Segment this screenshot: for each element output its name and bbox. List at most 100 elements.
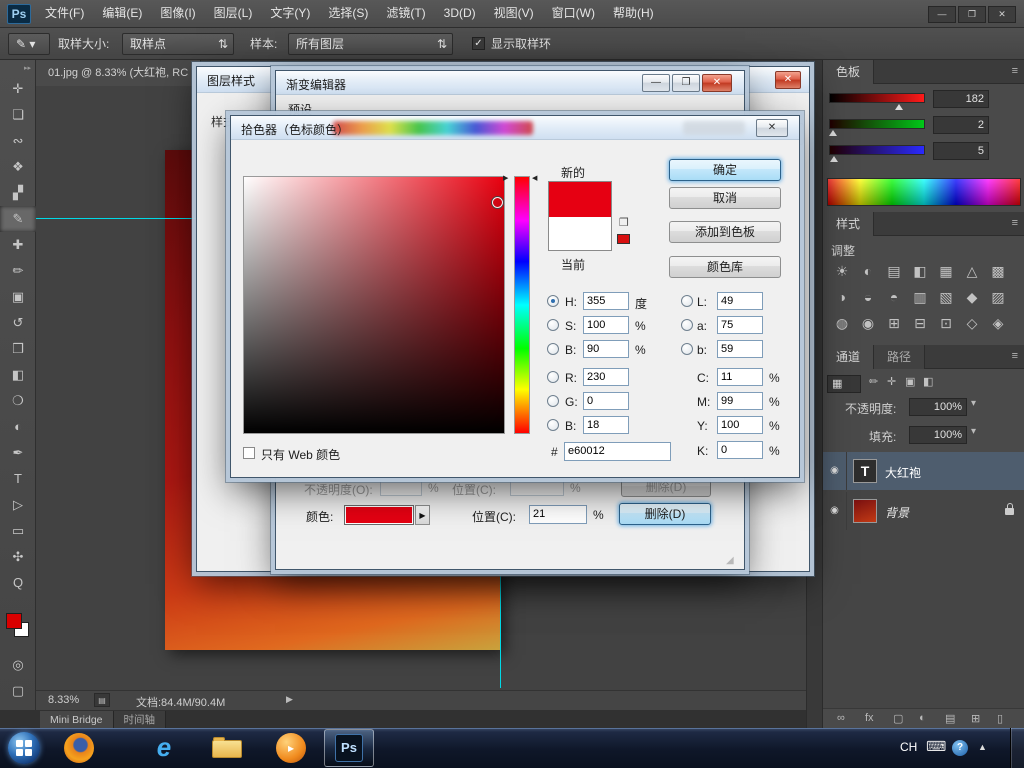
- color-picker-title-bar[interactable]: 拾色器（色标颜色） ✕: [231, 116, 799, 140]
- stop-color-swatch[interactable]: [344, 505, 414, 525]
- close-icon[interactable]: ✕: [756, 119, 788, 137]
- adjustment-icon[interactable]: ▤: [881, 258, 907, 284]
- r-input[interactable]: 230: [583, 368, 629, 386]
- media-player-icon[interactable]: ▸: [276, 733, 306, 763]
- cancel-button[interactable]: 取消: [669, 187, 781, 209]
- green-radio[interactable]: [547, 395, 559, 407]
- lock-transparency-icon[interactable]: ✏: [869, 375, 878, 388]
- adjustment-icon[interactable]: ◇: [959, 310, 985, 336]
- tool-preset-picker[interactable]: ✎ ▾: [8, 33, 50, 55]
- adjustment-icon[interactable]: ▧: [933, 284, 959, 310]
- tab-mini-bridge[interactable]: Mini Bridge: [40, 711, 114, 729]
- blue-radio[interactable]: [547, 419, 559, 431]
- gradient-tool[interactable]: ◧: [0, 362, 36, 388]
- menu-file[interactable]: 文件(F): [36, 0, 93, 27]
- red-slider[interactable]: [829, 93, 925, 103]
- minimize-icon[interactable]: —: [642, 74, 670, 92]
- menu-window[interactable]: 窗口(W): [543, 0, 604, 27]
- internet-explorer-icon[interactable]: e: [148, 731, 180, 763]
- restore-button[interactable]: ❐: [958, 6, 986, 23]
- folder-icon[interactable]: [212, 737, 242, 758]
- ok-button[interactable]: 确定: [669, 159, 781, 181]
- quick-select-tool[interactable]: ❖: [0, 154, 36, 180]
- firefox-icon[interactable]: [64, 733, 94, 763]
- green-slider-handle[interactable]: [829, 130, 837, 136]
- adjustment-icon[interactable]: ◧: [907, 258, 933, 284]
- lock-pixels-icon[interactable]: ▣: [905, 375, 915, 388]
- resize-grip-icon[interactable]: ◢: [726, 555, 734, 566]
- menu-image[interactable]: 图像(I): [151, 0, 204, 27]
- hue-radio[interactable]: [547, 295, 559, 307]
- lasso-tool[interactable]: ∾: [0, 128, 36, 154]
- a-input[interactable]: 75: [717, 316, 763, 334]
- lab-a-radio[interactable]: [681, 319, 693, 331]
- adjustment-icon[interactable]: ◓: [881, 284, 907, 310]
- red-slider-handle[interactable]: [895, 104, 903, 110]
- delete-layer-icon[interactable]: ▯: [997, 712, 1003, 725]
- foreground-color-swatch[interactable]: [6, 613, 22, 629]
- marquee-tool[interactable]: ❏: [0, 102, 36, 128]
- adjustment-icon[interactable]: ◑: [829, 284, 855, 310]
- adjustment-icon[interactable]: ▩: [985, 258, 1011, 284]
- saturation-radio[interactable]: [547, 319, 559, 331]
- clone-stamp-tool[interactable]: ▣: [0, 284, 36, 310]
- g-input[interactable]: 0: [583, 392, 629, 410]
- history-brush-tool[interactable]: ↺: [0, 310, 36, 336]
- document-tab[interactable]: 01.jpg @ 8.33% (大红袍, RC: [36, 60, 202, 86]
- lab-b-radio[interactable]: [681, 343, 693, 355]
- adjustment-icon[interactable]: ◍: [829, 310, 855, 336]
- lab-l-radio[interactable]: [681, 295, 693, 307]
- c-input[interactable]: 11: [717, 368, 763, 386]
- hand-tool[interactable]: ✣: [0, 544, 36, 570]
- brush-tool[interactable]: ✏: [0, 258, 36, 284]
- color-field[interactable]: [243, 176, 505, 434]
- panel-menu-icon[interactable]: ≡: [1012, 350, 1018, 362]
- blur-tool[interactable]: ❍: [0, 388, 36, 414]
- adjustment-icon[interactable]: △: [959, 258, 985, 284]
- new-layer-icon[interactable]: ⊞: [971, 712, 980, 725]
- menu-type[interactable]: 文字(Y): [261, 0, 319, 27]
- close-icon[interactable]: ✕: [702, 74, 732, 92]
- blue-slider-handle[interactable]: [830, 156, 838, 162]
- menu-select[interactable]: 选择(S): [319, 0, 377, 27]
- type-tool[interactable]: T: [0, 466, 36, 492]
- adjustment-icon[interactable]: ▦: [933, 258, 959, 284]
- y-input[interactable]: 100: [717, 416, 763, 434]
- web-colors-checkbox[interactable]: [243, 447, 255, 459]
- layer-row-background[interactable]: ◉ 背景: [823, 492, 1024, 530]
- zoom-level[interactable]: 8.33%: [48, 694, 79, 706]
- gradient-editor-title-bar[interactable]: 渐变编辑器 — ❐ ✕: [276, 71, 744, 95]
- minimize-button[interactable]: —: [928, 6, 956, 23]
- maximize-icon[interactable]: ❐: [672, 74, 700, 92]
- adjustment-icon[interactable]: ◈: [985, 310, 1011, 336]
- menu-view[interactable]: 视图(V): [485, 0, 543, 27]
- zoom-tool[interactable]: Q: [0, 570, 36, 596]
- add-to-swatches-button[interactable]: 添加到色板: [669, 221, 781, 243]
- pen-tool[interactable]: ✒: [0, 440, 36, 466]
- adjustment-icon[interactable]: ⊟: [907, 310, 933, 336]
- show-desktop-button[interactable]: [1010, 728, 1024, 768]
- eraser-tool[interactable]: ❒: [0, 336, 36, 362]
- menu-edit[interactable]: 编辑(E): [93, 0, 151, 27]
- healing-brush-tool[interactable]: ✚: [0, 232, 36, 258]
- menu-3d[interactable]: 3D(D): [435, 0, 485, 27]
- lock-position-icon[interactable]: ✛: [887, 375, 896, 388]
- dodge-tool[interactable]: ◐: [0, 414, 36, 440]
- status-arrow-icon[interactable]: ▶: [286, 694, 293, 705]
- blue-slider[interactable]: [829, 145, 925, 155]
- quick-mask-button[interactable]: ◎: [0, 652, 36, 678]
- tray-help-icon[interactable]: ?: [952, 740, 968, 756]
- eye-icon[interactable]: ◉: [823, 452, 847, 490]
- layer-mask-icon[interactable]: ▢: [893, 712, 903, 725]
- adjustment-layer-icon[interactable]: ◐: [919, 712, 926, 724]
- layer-row-text[interactable]: ◉ T 大红袍: [823, 452, 1024, 490]
- menu-layer[interactable]: 图层(L): [205, 0, 262, 27]
- s-input[interactable]: 100: [583, 316, 629, 334]
- link-layers-icon[interactable]: ∞: [837, 712, 845, 724]
- blend-mode-dropdown[interactable]: ▦: [827, 375, 861, 393]
- screen-mode-button[interactable]: ▢: [0, 678, 36, 704]
- b2-input[interactable]: 18: [583, 416, 629, 434]
- tray-expand-icon[interactable]: ▲: [978, 742, 987, 752]
- l-input[interactable]: 49: [717, 292, 763, 310]
- sample-dropdown[interactable]: 所有图层 ⇅: [288, 33, 453, 55]
